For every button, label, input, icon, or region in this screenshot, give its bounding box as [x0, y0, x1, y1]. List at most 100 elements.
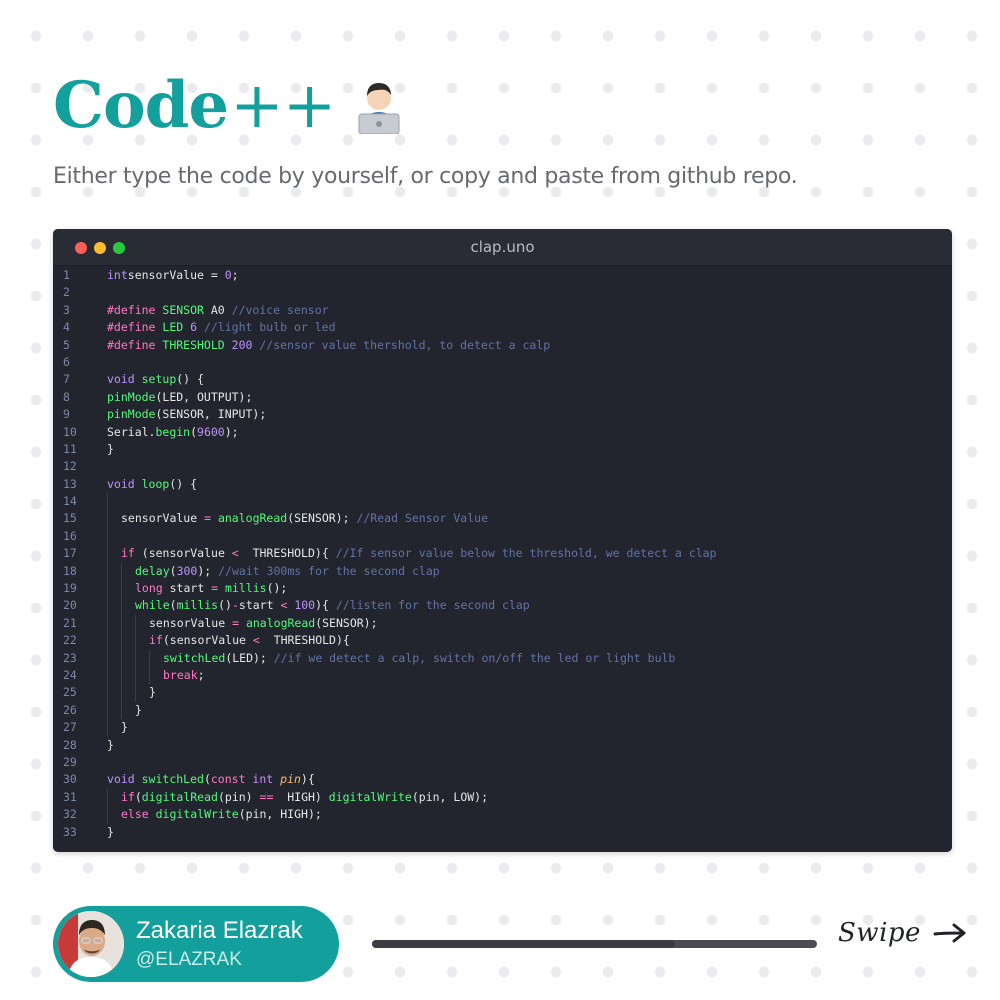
indent-guide — [107, 580, 121, 597]
code-text: long start = millis(); — [107, 580, 287, 597]
line-number: 31 — [63, 789, 77, 804]
line-number: 13 — [63, 476, 77, 491]
indent-guide — [121, 580, 135, 597]
code-token: //if we detect a calp, switch on/off the… — [273, 650, 676, 665]
line-number: 27 — [63, 720, 77, 735]
code-text: void setup() { — [107, 371, 204, 388]
code-token: //wait 300ms for the second clap — [218, 563, 440, 578]
code-token: (pin, HIGH); — [238, 807, 322, 822]
code-line: 3 #define SENSOR A0 //voice sensor — [53, 302, 952, 319]
code-token: THRESHOLD){ — [259, 633, 350, 648]
code-text: if (sensorValue < THRESHOLD){ //If senso… — [107, 545, 716, 562]
swipe-hint[interactable]: Swipe — [838, 918, 967, 948]
code-token: begin — [155, 424, 191, 439]
code-line: 4 #define LED 6 //light bulb or led — [53, 319, 952, 336]
code-text: delay(300); //wait 300ms for the second … — [107, 563, 440, 580]
indent-guide — [121, 667, 135, 684]
code-token: int — [107, 268, 128, 282]
code-text: if(sensorValue < THRESHOLD){ — [107, 632, 350, 649]
code-text: switchLed(LED); //if we detect a calp, s… — [107, 650, 675, 667]
code-token: ( — [134, 789, 142, 804]
code-token: (SENSOR, INPUT); — [155, 407, 267, 422]
code-token: ( — [169, 598, 177, 613]
line-number: 30 — [63, 772, 77, 787]
indent-guide — [135, 650, 149, 667]
code-line: 6 — [53, 354, 952, 371]
code-token: LED — [162, 320, 191, 335]
code-token: THRESHOLD — [162, 337, 232, 352]
line-number: 19 — [63, 581, 77, 596]
code-text: Serial.begin(9600); — [107, 424, 239, 441]
code-token: while — [135, 598, 170, 613]
code-line: 8 pinMode(LED, OUTPUT); — [53, 389, 952, 406]
code-token: delay — [135, 563, 170, 578]
code-token: HIGH) — [273, 789, 329, 804]
code-line: 5 #define THRESHOLD 200 //sensor value th… — [53, 337, 952, 354]
code-text: #define LED 6 //light bulb or led — [107, 319, 336, 336]
code-token: (LED, OUTPUT); — [155, 389, 253, 404]
code-line: 10 Serial.begin(9600); — [53, 424, 952, 441]
code-token: ); — [224, 424, 239, 439]
code-line: 27} — [53, 719, 952, 736]
code-token: 200 — [231, 337, 260, 352]
code-token: pinMode — [107, 389, 156, 404]
swipe-label: Swipe — [838, 918, 921, 948]
code-token: } — [121, 720, 128, 735]
code-token: () — [218, 598, 232, 613]
code-token: ){ — [315, 598, 336, 613]
author-handle: @ELAZRAK — [136, 949, 242, 970]
code-token: break — [163, 667, 198, 682]
line-number: 7 — [63, 372, 70, 387]
title-suffix: ++ — [230, 69, 336, 143]
code-token: (SENSOR); — [287, 511, 357, 526]
indent-guide — [107, 597, 121, 614]
code-token: digitalWrite — [155, 807, 239, 822]
line-number: 25 — [63, 685, 77, 700]
code-token: 9600 — [197, 424, 225, 439]
code-line: 31 if(digitalRead(pin) == HIGH) digitalWr… — [53, 789, 952, 806]
code-text: } — [107, 719, 128, 736]
code-line: 26} — [53, 702, 952, 719]
code-token: start — [169, 581, 212, 596]
code-token: long — [135, 581, 170, 596]
indent-guide — [107, 806, 121, 823]
code-line: 32 else digitalWrite(pin, HIGH); — [53, 806, 952, 823]
indent-guide — [107, 789, 121, 806]
code-line: 21 sensorValue = analogRead(SENSOR); — [53, 615, 952, 632]
code-text: else digitalWrite(pin, HIGH); — [107, 806, 322, 823]
author-badge[interactable]: Zakaria Elazrak @ELAZRAK — [53, 906, 339, 982]
code-token: if — [121, 546, 142, 561]
indent-guide — [107, 684, 121, 701]
code-line: 13 void loop() { — [53, 476, 952, 493]
code-token: int — [252, 772, 281, 787]
code-token: ; — [231, 268, 239, 282]
editor-titlebar: clap.uno — [53, 229, 952, 266]
code-line: 11} — [53, 441, 952, 458]
line-number: 29 — [63, 754, 77, 769]
line-number: 26 — [63, 702, 77, 717]
code-token: (LED); — [225, 650, 274, 665]
line-number: 15 — [63, 511, 77, 526]
code-line: 33} — [53, 824, 952, 841]
indent-guide — [121, 632, 135, 649]
indent-guide — [135, 667, 149, 684]
code-line: 16 — [53, 528, 952, 545]
code-token: ( — [203, 772, 211, 787]
indent-guide — [107, 563, 121, 580]
code-token: millis — [176, 598, 219, 613]
line-number: 4 — [63, 320, 70, 335]
code-line: 2 — [53, 284, 952, 301]
indent-guide — [107, 528, 121, 545]
indent-guide — [121, 684, 135, 701]
code-token: //Read Sensor Value — [356, 511, 489, 526]
line-number: 11 — [63, 441, 77, 456]
code-token: analogRead — [211, 511, 288, 526]
code-token: A0 — [210, 302, 232, 317]
code-token: () { — [176, 372, 204, 387]
line-number: 18 — [63, 563, 77, 578]
indent-guide — [135, 615, 149, 632]
editor-filename: clap.uno — [470, 238, 535, 256]
line-number: 9 — [63, 407, 70, 422]
code-token: else — [121, 807, 156, 822]
line-number: 21 — [63, 615, 77, 630]
